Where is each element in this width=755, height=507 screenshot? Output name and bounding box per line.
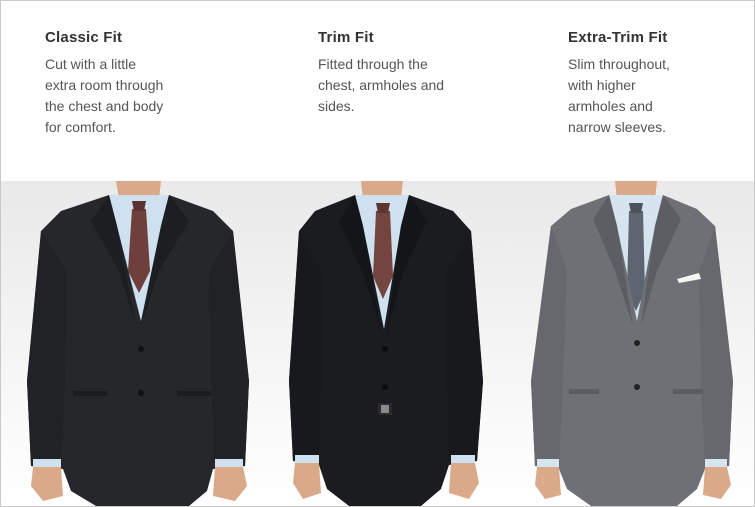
suit-illustrations — [27, 181, 733, 506]
classic-fit-description: Cut with a little extra room through the… — [45, 56, 164, 135]
fit-descriptions: Classic Fit Cut with a little extra room… — [1, 1, 754, 181]
classic-fit-column: Classic Fit Cut with a little extra room… — [45, 29, 215, 138]
extra-trim-fit-column: Extra-Trim Fit Slim throughout, with hig… — [568, 29, 738, 138]
classic-fit-suit-image — [27, 181, 249, 506]
extra-trim-fit-suit-image — [531, 181, 733, 506]
extra-trim-fit-title: Extra-Trim Fit — [568, 29, 668, 46]
trim-fit-description: Fitted through the chest, armholes and s… — [318, 56, 445, 114]
trim-fit-column: Trim Fit Fitted through the chest, armho… — [318, 29, 488, 117]
suit-photo-strip — [1, 181, 754, 506]
fit-guide: Classic Fit Cut with a little extra room… — [0, 0, 755, 507]
trim-fit-title: Trim Fit — [318, 29, 374, 46]
classic-fit-title: Classic Fit — [45, 29, 123, 46]
trim-fit-suit-image — [289, 181, 483, 506]
extra-trim-fit-description: Slim throughout, with higher armholes an… — [568, 56, 670, 135]
